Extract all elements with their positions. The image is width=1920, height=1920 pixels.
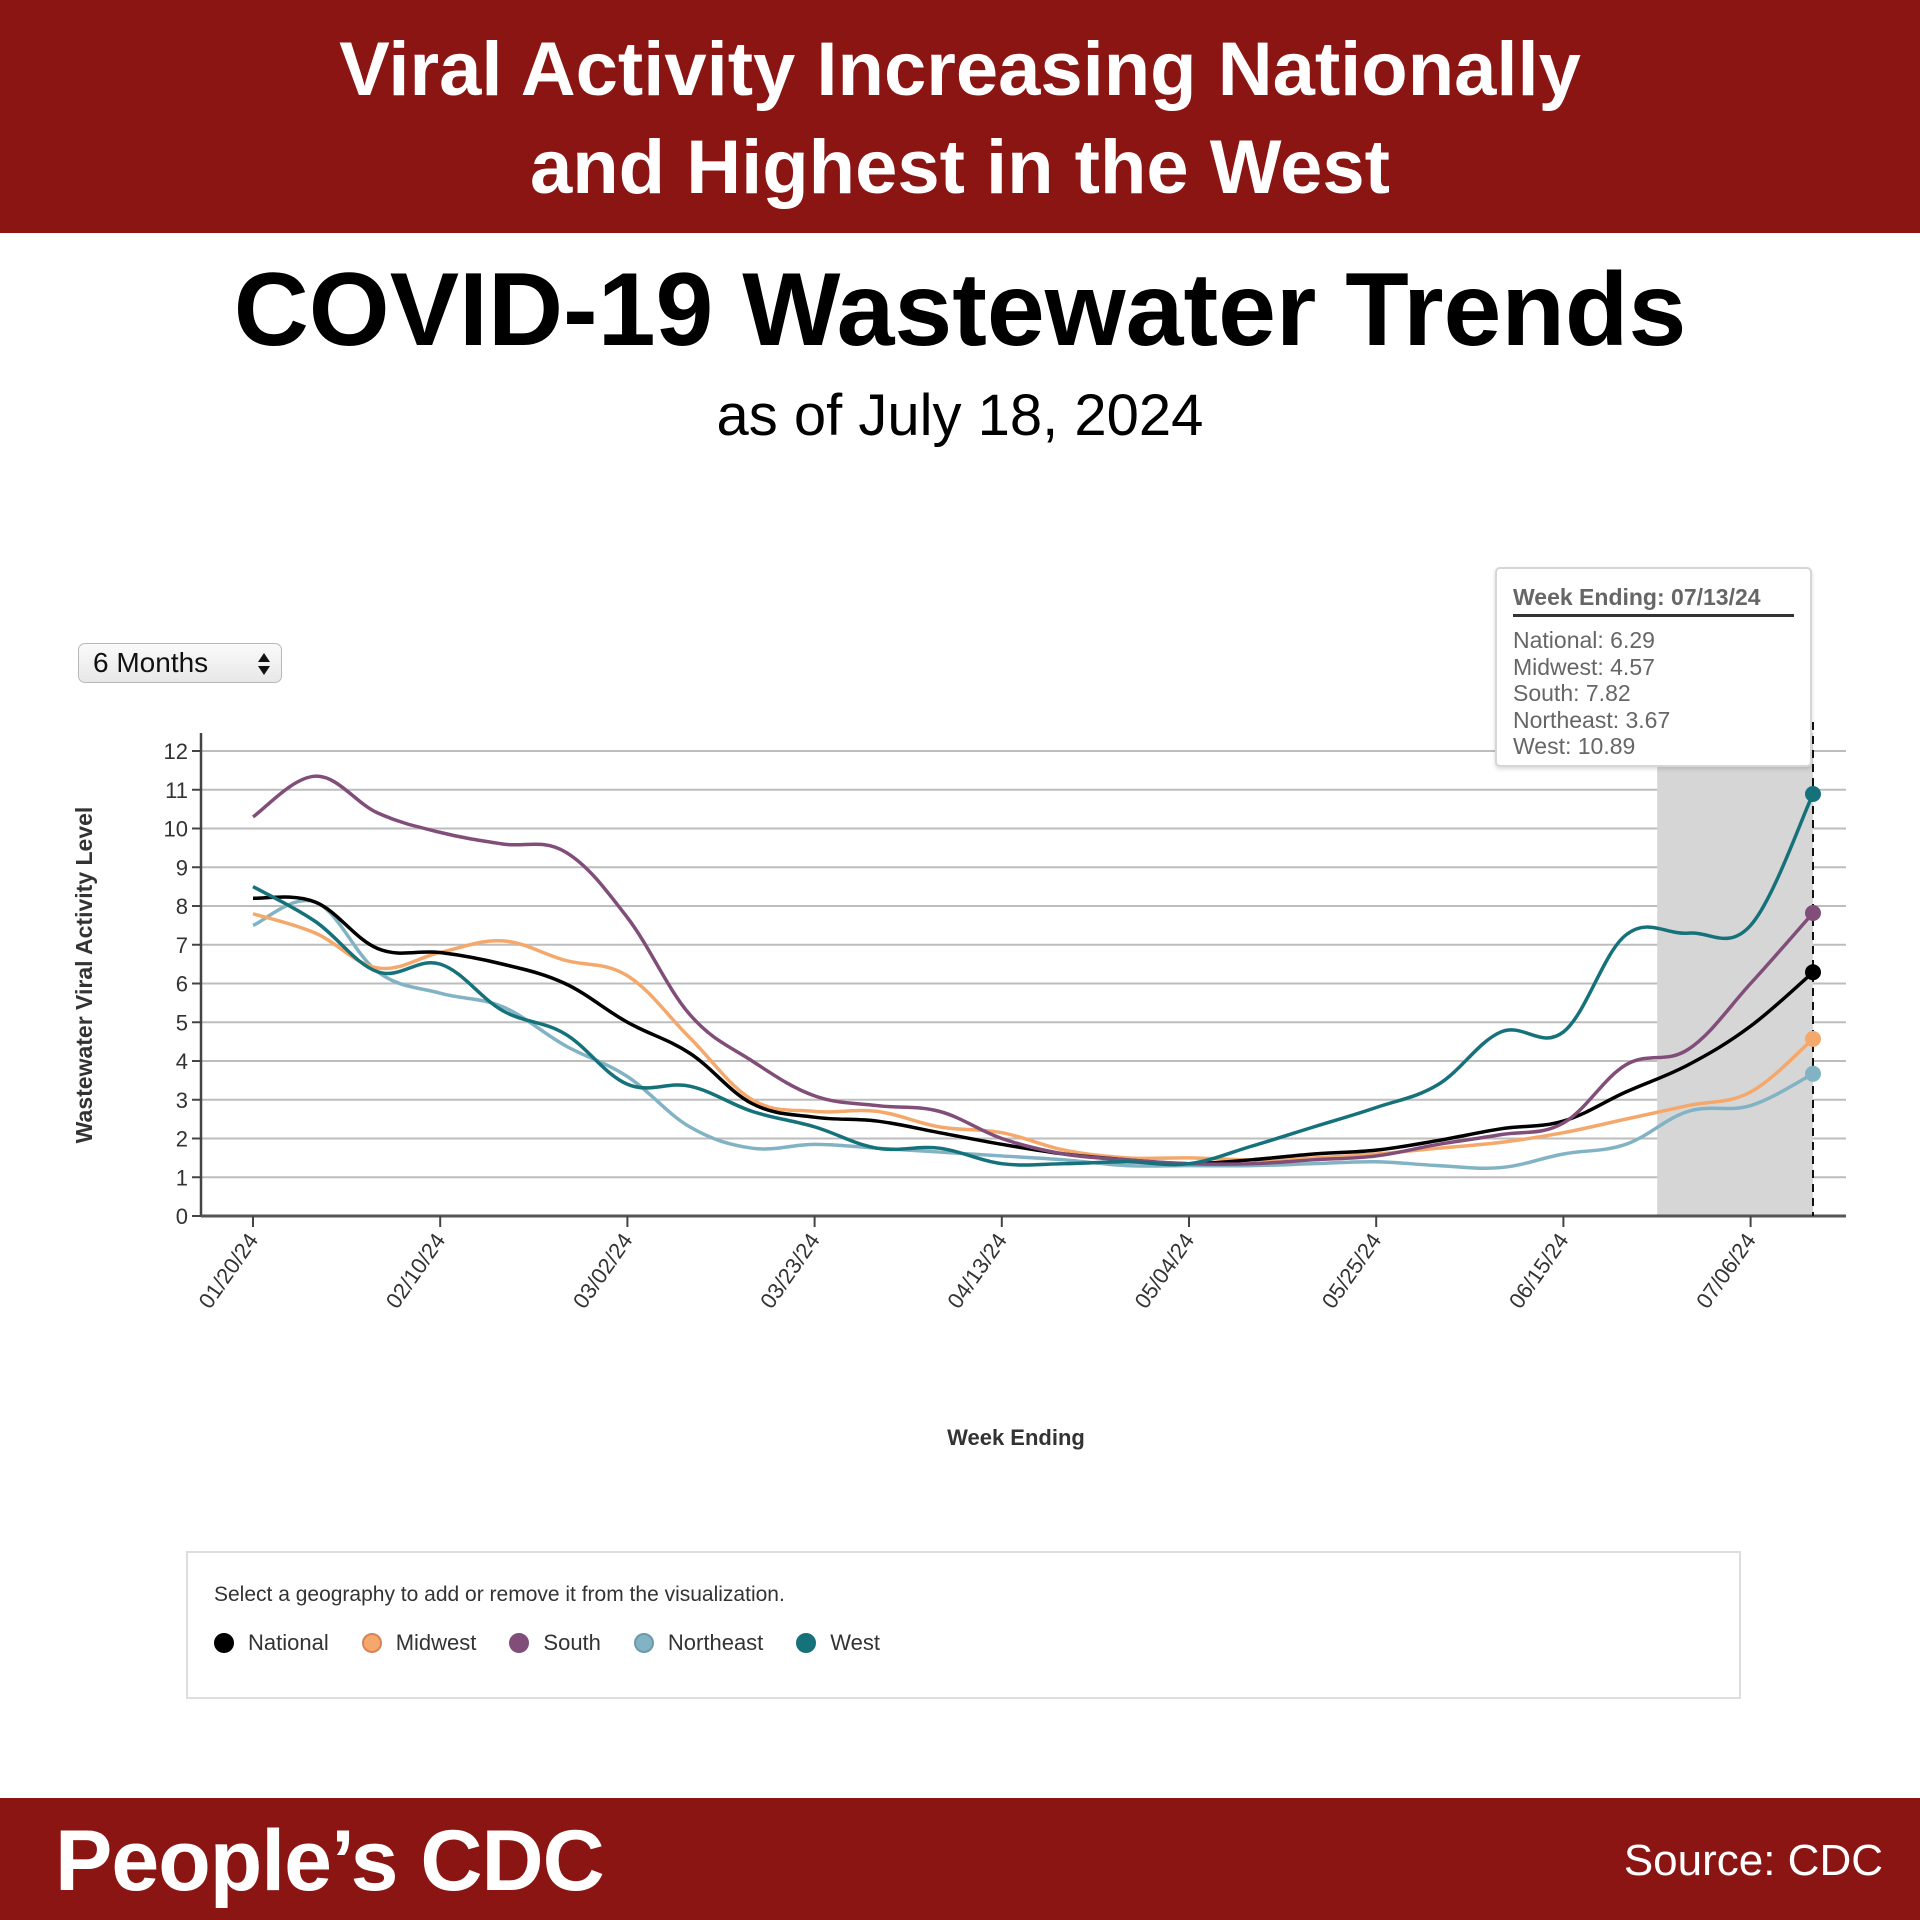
y-tick-label: 2 bbox=[176, 1127, 188, 1152]
tooltip-row-northeast: Northeast: 3.67 bbox=[1513, 706, 1671, 733]
legend-label: West bbox=[830, 1630, 881, 1655]
hover-point-south bbox=[1805, 904, 1821, 921]
hover-point-west bbox=[1805, 786, 1821, 803]
legend-items: National Midwest South Northeast West bbox=[214, 1630, 913, 1656]
x-tick-label: 03/23/24 bbox=[755, 1229, 825, 1313]
legend-item-west[interactable]: West bbox=[796, 1630, 880, 1656]
y-tick-label: 8 bbox=[176, 894, 188, 919]
y-tick-label: 4 bbox=[176, 1049, 188, 1074]
x-tick-label: 01/20/24 bbox=[193, 1229, 263, 1313]
y-tick-label: 11 bbox=[165, 778, 188, 803]
x-tick-label: 03/02/24 bbox=[568, 1229, 638, 1313]
tooltip-row-south: South: 7.82 bbox=[1513, 680, 1631, 706]
x-tick-label: 06/15/24 bbox=[1504, 1229, 1574, 1313]
tooltip-row-national: National: 6.29 bbox=[1513, 627, 1655, 653]
legend-label: National bbox=[248, 1630, 329, 1655]
tooltip-row-west: West: 10.89 bbox=[1513, 733, 1636, 759]
legend-item-northeast[interactable]: Northeast bbox=[633, 1630, 764, 1656]
y-tick-label: 5 bbox=[176, 1010, 188, 1035]
x-tick-label: 04/13/24 bbox=[942, 1229, 1012, 1313]
legend-instruction: Select a geography to add or remove it f… bbox=[214, 1583, 785, 1606]
x-axis: 01/20/24 02/10/24 03/02/24 03/23/24 04/13/24… bbox=[193, 1214, 1846, 1313]
series-line-south bbox=[251, 774, 1815, 1166]
x-tick-label: 05/25/24 bbox=[1317, 1229, 1387, 1313]
tooltip-row-midwest: Midwest: 4.57 bbox=[1513, 653, 1655, 680]
x-axis-title: Week Ending bbox=[947, 1425, 1085, 1450]
legend-item-south[interactable]: South bbox=[509, 1630, 601, 1656]
highlight-band bbox=[1657, 733, 1813, 1216]
y-tick-label: 1 bbox=[176, 1165, 188, 1190]
y-tick-label: 0 bbox=[176, 1204, 188, 1229]
legend-dot-midwest-icon bbox=[361, 1633, 382, 1653]
y-axis: 0123456789101112 bbox=[164, 733, 203, 1229]
legend-dot-northeast-icon bbox=[633, 1633, 654, 1653]
footer-banner: People’s CDC Source: CDC bbox=[0, 1798, 1920, 1920]
y-tick-label: 10 bbox=[164, 817, 188, 842]
legend-item-midwest[interactable]: Midwest bbox=[361, 1630, 477, 1656]
legend-label: Midwest bbox=[395, 1630, 477, 1655]
x-tick-label: 07/06/24 bbox=[1691, 1229, 1761, 1313]
y-axis-title: Wastewater Viral Activity Level bbox=[71, 807, 97, 1144]
legend: Select a geography to add or remove it f… bbox=[186, 1551, 1741, 1699]
series-line-midwest bbox=[252, 912, 1815, 1162]
x-tick-label: 05/04/24 bbox=[1129, 1229, 1199, 1313]
legend-item-national[interactable]: National bbox=[214, 1630, 329, 1656]
legend-dot-national-icon bbox=[214, 1633, 234, 1653]
tooltip-header: Week Ending: 07/13/24 bbox=[1513, 583, 1794, 617]
hover-point-midwest bbox=[1805, 1030, 1821, 1047]
legend-dot-south-icon bbox=[509, 1633, 530, 1653]
hover-tooltip: Week Ending: 07/13/24 National: 6.29 Mid… bbox=[1495, 567, 1812, 767]
y-tick-label: 7 bbox=[176, 933, 188, 958]
series-line-national bbox=[252, 895, 1815, 1166]
series-lines bbox=[251, 774, 1815, 1171]
y-tick-label: 9 bbox=[176, 855, 188, 880]
brand-logo-text: People’s CDC bbox=[55, 1813, 605, 1909]
legend-dot-west-icon bbox=[796, 1633, 817, 1653]
legend-label: Northeast bbox=[667, 1630, 764, 1655]
hover-point-national bbox=[1805, 964, 1821, 981]
x-tick-label: 02/10/24 bbox=[381, 1229, 451, 1313]
source-credit: Source: CDC bbox=[1623, 1836, 1883, 1885]
gridlines bbox=[201, 750, 1846, 1179]
hover-point-northeast bbox=[1805, 1065, 1821, 1082]
legend-label: South bbox=[543, 1630, 601, 1655]
y-tick-label: 12 bbox=[164, 739, 188, 764]
y-tick-label: 6 bbox=[176, 972, 188, 997]
y-tick-label: 3 bbox=[176, 1088, 188, 1113]
